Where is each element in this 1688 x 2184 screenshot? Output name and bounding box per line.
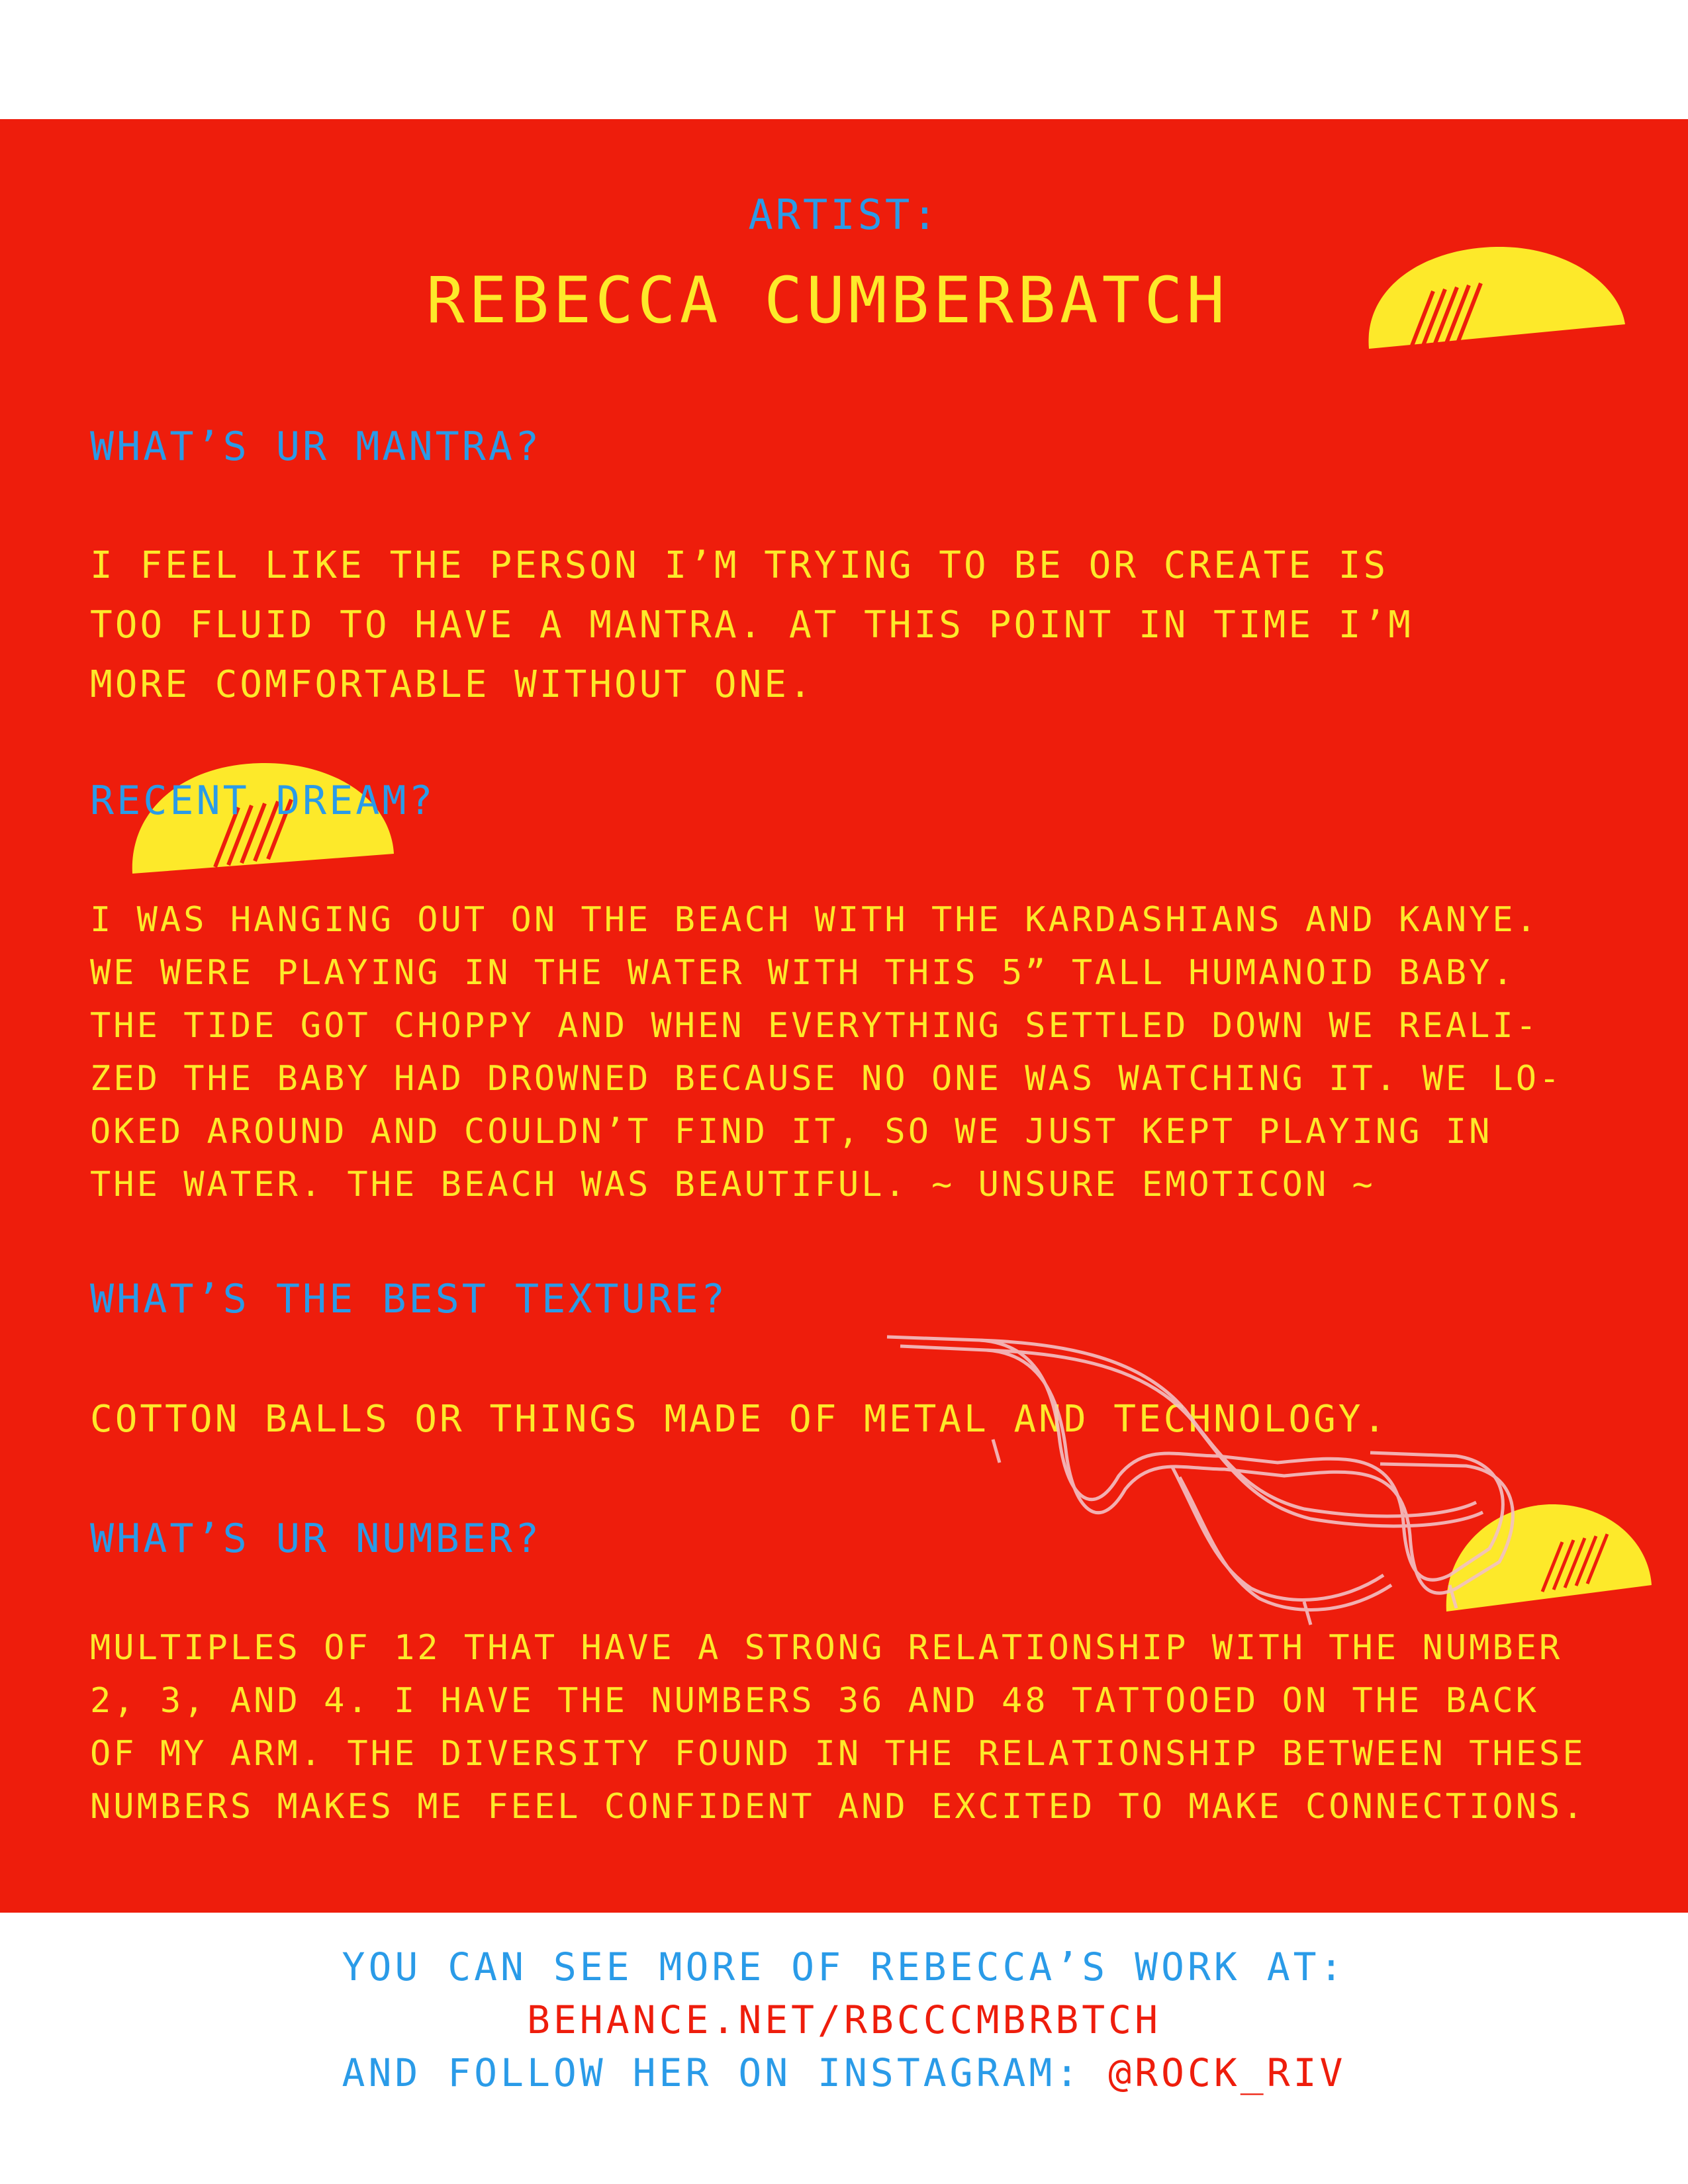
artist-label: ARTIST: bbox=[748, 191, 940, 239]
answer-number: MULTIPLES OF 12 THAT HAVE A STRONG RELAT… bbox=[90, 1628, 1586, 1827]
artist-name: REBECCA CUMBERBATCH bbox=[426, 263, 1229, 338]
behance-link[interactable]: BEHANCE.NET/RBCCCMBRBTCH bbox=[0, 1997, 1688, 2042]
instagram-prefix: AND FOLLOW HER ON INSTAGRAM: bbox=[342, 2050, 1109, 2095]
question-recent-dream: RECENT DREAM? bbox=[90, 778, 436, 824]
answer-mantra: I FEEL LIKE THE PERSON I’M TRYING TO BE … bbox=[90, 544, 1413, 706]
instagram-handle[interactable]: @ROCK_RIV bbox=[1108, 2050, 1346, 2095]
question-best-texture: WHAT’S THE BEST TEXTURE? bbox=[90, 1276, 727, 1322]
answer-best-texture: COTTON BALLS OR THINGS MADE OF METAL AND… bbox=[90, 1398, 1389, 1441]
footer-intro: YOU CAN SEE MORE OF REBECCA’S WORK AT: bbox=[342, 1944, 1346, 1989]
question-number: WHAT’S UR NUMBER? bbox=[90, 1516, 542, 1562]
half-sun-icon bbox=[1446, 1504, 1652, 1612]
answer-recent-dream: I WAS HANGING OUT ON THE BEACH WITH THE … bbox=[90, 900, 1563, 1205]
content-panel: ARTIST: REBECCA CUMBERBATCH WHAT’S UR MA… bbox=[0, 119, 1688, 1913]
question-mantra: WHAT’S UR MANTRA? bbox=[90, 424, 542, 470]
footer-instagram-line: AND FOLLOW HER ON INSTAGRAM: @ROCK_RIV bbox=[0, 2050, 1688, 2095]
